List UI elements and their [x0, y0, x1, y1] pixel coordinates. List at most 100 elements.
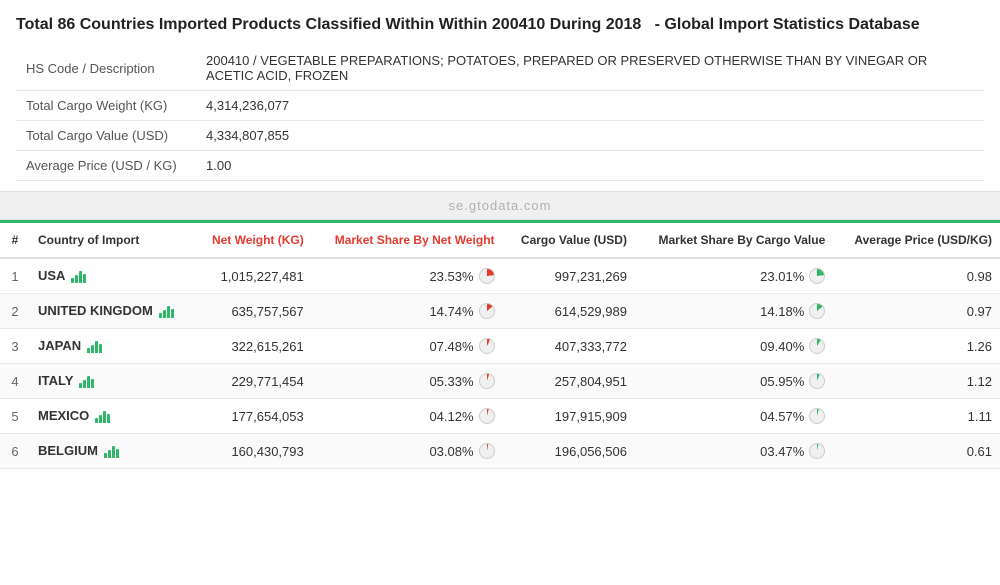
- table-row: 2 UNITED KINGDOM 635,757,567 14.74% 614,5…: [0, 294, 1000, 329]
- bar-chart-icon[interactable]: [95, 409, 110, 423]
- avg-price-cell: 1.11: [833, 399, 1000, 434]
- country-name: USA: [38, 268, 65, 283]
- pie-chart-weight-icon[interactable]: [479, 303, 495, 319]
- title-subtitle: - Global Import Statistics Database: [655, 16, 920, 33]
- country-cell: BELGIUM: [30, 434, 195, 467]
- market-share-weight-value: 14.74%: [429, 304, 473, 319]
- country-name: MEXICO: [38, 408, 89, 423]
- pie-chart-value-icon[interactable]: [809, 268, 825, 284]
- market-share-value-cell: 04.57%: [635, 399, 833, 434]
- net-weight-cell: 635,757,567: [195, 294, 312, 329]
- cargo-value-cell: 197,915,909: [503, 399, 635, 434]
- market-share-value-value: 05.95%: [760, 374, 804, 389]
- pie-chart-weight-icon[interactable]: [479, 443, 495, 459]
- bar-chart-icon[interactable]: [71, 269, 86, 283]
- bar-chart-icon[interactable]: [159, 304, 174, 318]
- column-header: Net Weight (KG): [195, 222, 312, 259]
- pie-chart-weight-icon[interactable]: [479, 373, 495, 389]
- market-share-value-cell: 14.18%: [635, 294, 833, 329]
- avg-price-cell: 0.98: [833, 258, 1000, 294]
- info-row: Average Price (USD / KG)1.00: [16, 151, 984, 181]
- pie-chart-value-icon[interactable]: [809, 443, 825, 459]
- net-weight-cell: 322,615,261: [195, 329, 312, 364]
- table-row: 3 JAPAN 322,615,261 07.48% 407,333,772 09…: [0, 329, 1000, 364]
- net-weight-cell: 160,430,793: [195, 434, 312, 469]
- rank-cell: 4: [0, 364, 30, 399]
- cargo-value-cell: 614,529,989: [503, 294, 635, 329]
- bar-chart-icon[interactable]: [87, 339, 102, 353]
- table-row: 6BELGIUM 160,430,793 03.08% 196,056,506 …: [0, 434, 1000, 469]
- pie-chart-weight-icon[interactable]: [479, 268, 495, 284]
- pie-chart-value-icon[interactable]: [809, 373, 825, 389]
- market-share-value-value: 04.57%: [760, 409, 804, 424]
- column-header: Market Share By Net Weight: [312, 222, 503, 259]
- pie-chart-weight-icon[interactable]: [479, 408, 495, 424]
- country-name: UNITED KINGDOM: [38, 303, 153, 318]
- info-label: HS Code / Description: [16, 46, 196, 91]
- page-title: Total 86 Countries Imported Products Cla…: [16, 14, 984, 36]
- table-row: 5MEXICO 177,654,053 04.12% 197,915,909 0…: [0, 399, 1000, 434]
- avg-price-cell: 1.12: [833, 364, 1000, 399]
- info-value: 1.00: [196, 151, 984, 181]
- rank-cell: 5: [0, 399, 30, 434]
- market-share-value-cell: 23.01%: [635, 258, 833, 294]
- bar-chart-icon[interactable]: [79, 374, 94, 388]
- column-header: Cargo Value (USD): [503, 222, 635, 259]
- market-share-value-cell: 05.95%: [635, 364, 833, 399]
- bar-chart-icon[interactable]: [104, 444, 119, 458]
- rank-cell: 2: [0, 294, 30, 329]
- main-data-table: #Country of ImportNet Weight (KG)Market …: [0, 220, 1000, 469]
- market-share-weight-value: 03.08%: [429, 444, 473, 459]
- cargo-value-cell: 997,231,269: [503, 258, 635, 294]
- country-name: ITALY: [38, 373, 73, 388]
- column-header: #: [0, 222, 30, 259]
- info-value: 4,314,236,077: [196, 91, 984, 121]
- pie-chart-value-icon[interactable]: [809, 338, 825, 354]
- header-section: Total 86 Countries Imported Products Cla…: [0, 0, 1000, 191]
- data-table-wrapper: #Country of ImportNet Weight (KG)Market …: [0, 220, 1000, 469]
- market-share-weight-value: 07.48%: [429, 339, 473, 354]
- info-row: Total Cargo Weight (KG)4,314,236,077: [16, 91, 984, 121]
- table-row: 1 USA 1,015,227,481 23.53% 997,231,269 23…: [0, 258, 1000, 294]
- rank-cell: 3: [0, 329, 30, 364]
- market-share-weight-cell: 07.48%: [312, 329, 503, 364]
- info-row: Total Cargo Value (USD)4,334,807,855: [16, 121, 984, 151]
- pie-chart-value-icon[interactable]: [809, 408, 825, 424]
- market-share-value-cell: 09.40%: [635, 329, 833, 364]
- country-cell: MEXICO: [30, 399, 195, 432]
- title-text: Total 86 Countries Imported Products Cla…: [16, 16, 641, 33]
- market-share-weight-cell: 23.53%: [312, 258, 503, 294]
- cargo-value-cell: 257,804,951: [503, 364, 635, 399]
- market-share-value-value: 03.47%: [760, 444, 804, 459]
- market-share-value-value: 14.18%: [760, 304, 804, 319]
- info-label: Total Cargo Weight (KG): [16, 91, 196, 121]
- info-value: 200410 / VEGETABLE PREPARATIONS; POTATOE…: [196, 46, 984, 91]
- country-cell: UNITED KINGDOM: [30, 294, 195, 327]
- avg-price-cell: 0.61: [833, 434, 1000, 469]
- column-header: Country of Import: [30, 222, 195, 259]
- market-share-value-cell: 03.47%: [635, 434, 833, 469]
- pie-chart-value-icon[interactable]: [809, 303, 825, 319]
- info-value: 4,334,807,855: [196, 121, 984, 151]
- market-share-weight-cell: 14.74%: [312, 294, 503, 329]
- net-weight-cell: 229,771,454: [195, 364, 312, 399]
- cargo-value-cell: 407,333,772: [503, 329, 635, 364]
- market-share-weight-value: 04.12%: [429, 409, 473, 424]
- avg-price-cell: 1.26: [833, 329, 1000, 364]
- rank-cell: 6: [0, 434, 30, 469]
- column-header: Average Price (USD/KG): [833, 222, 1000, 259]
- info-label: Average Price (USD / KG): [16, 151, 196, 181]
- info-label: Total Cargo Value (USD): [16, 121, 196, 151]
- watermark: se.gtodata.com: [0, 191, 1000, 220]
- net-weight-cell: 1,015,227,481: [195, 258, 312, 294]
- country-name: JAPAN: [38, 338, 81, 353]
- rank-cell: 1: [0, 258, 30, 294]
- cargo-value-cell: 196,056,506: [503, 434, 635, 469]
- market-share-weight-value: 23.53%: [429, 269, 473, 284]
- info-table: HS Code / Description200410 / VEGETABLE …: [16, 46, 984, 181]
- column-header: Market Share By Cargo Value: [635, 222, 833, 259]
- table-row: 4 ITALY 229,771,454 05.33% 257,804,951 05…: [0, 364, 1000, 399]
- country-cell: ITALY: [30, 364, 195, 397]
- market-share-weight-value: 05.33%: [429, 374, 473, 389]
- pie-chart-weight-icon[interactable]: [479, 338, 495, 354]
